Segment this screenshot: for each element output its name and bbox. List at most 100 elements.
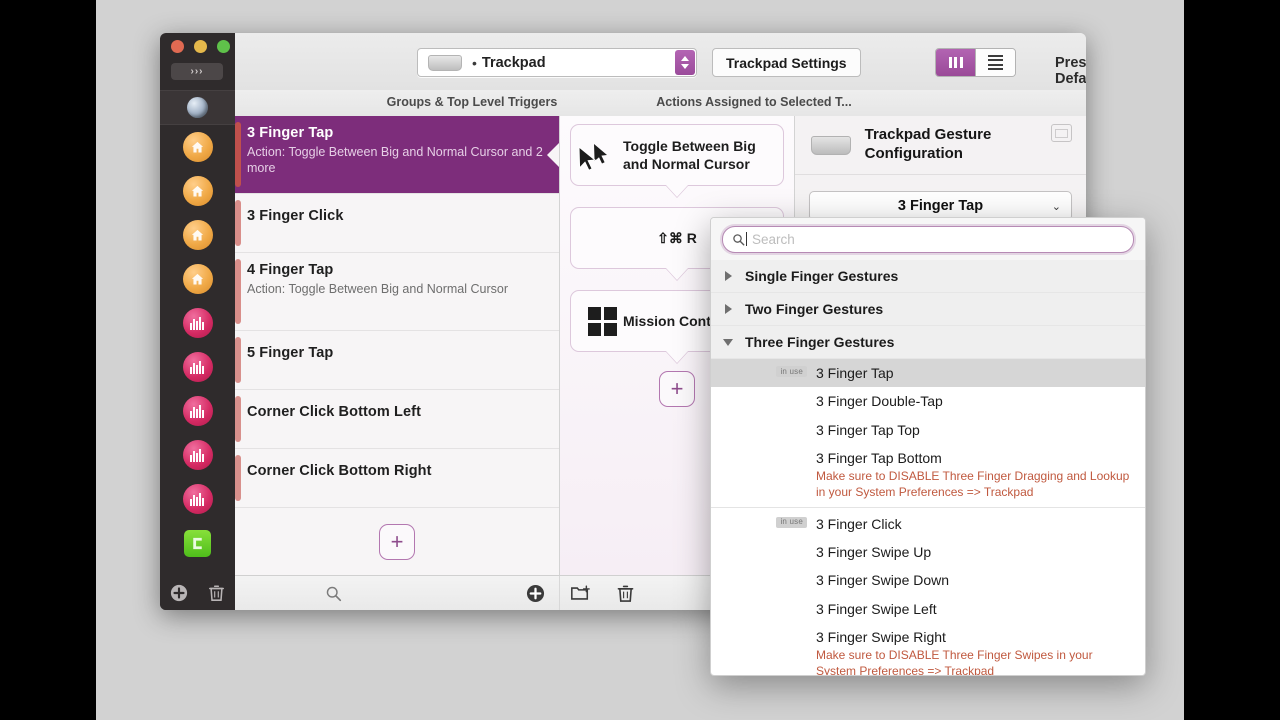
trigger-title: Corner Click Bottom Right (247, 463, 432, 479)
trigger-row[interactable]: 5 Finger Tap (235, 331, 559, 390)
action-label: Toggle Between Big and Normal Cursor (623, 137, 756, 172)
trigger-row[interactable]: 3 Finger Tap Action: Toggle Between Big … (235, 116, 559, 194)
badge-column (711, 391, 816, 394)
gesture-group-row[interactable]: Single Finger Gestures (711, 260, 1145, 293)
zoom-button[interactable] (217, 40, 230, 53)
add-action-button[interactable]: + (659, 371, 695, 407)
trigger-color-bar (235, 200, 241, 246)
delete-button[interactable] (615, 583, 635, 603)
terminal-icon (184, 529, 211, 557)
gesture-item[interactable]: 3 Finger Swipe Down (711, 566, 1145, 594)
gesture-item[interactable]: 3 Finger Swipe Right Make sure to DISABL… (711, 623, 1145, 675)
badge-column: in use (711, 514, 816, 528)
preset-label: Preset: Default (1055, 55, 1086, 87)
rail-expand-button[interactable]: ››› (171, 63, 223, 80)
disclosure-triangle-icon[interactable] (711, 304, 745, 314)
rail-app-item[interactable] (160, 169, 235, 213)
bottom-triggers-segment (235, 576, 560, 610)
minimize-button[interactable] (194, 40, 207, 53)
gesture-group-label: Three Finger Gestures (745, 334, 895, 350)
preset-menu[interactable]: Preset: Default▾ (1055, 55, 1086, 87)
window-icon[interactable] (1051, 124, 1072, 142)
gesture-picker-popover[interactable]: Search Single Finger Gestures Two Finger… (710, 217, 1146, 676)
equalizer-icon (182, 308, 213, 338)
triggers-list[interactable]: 3 Finger Tap Action: Toggle Between Big … (235, 116, 560, 576)
disclosure-triangle-icon[interactable] (711, 338, 745, 346)
gesture-item-label: 3 Finger Tap (816, 365, 894, 381)
rail-app-item[interactable] (160, 213, 235, 257)
trigger-row[interactable]: 4 Finger Tap Action: Toggle Between Big … (235, 253, 559, 331)
trigger-color-bar (235, 122, 241, 187)
add-trigger-row[interactable]: + (235, 508, 559, 572)
gesture-item[interactable]: in use 3 Finger Tap (711, 359, 1145, 388)
home-icon (182, 264, 213, 294)
close-button[interactable] (171, 40, 184, 53)
equalizer-icon (182, 440, 213, 470)
gesture-item[interactable]: 3 Finger Double-Tap (711, 387, 1145, 415)
search-button[interactable] (323, 583, 343, 603)
rail-app-item[interactable] (160, 345, 235, 389)
in-use-badge: in use (776, 516, 807, 528)
equalizer-icon (182, 352, 213, 382)
rail-add-button[interactable] (168, 582, 190, 604)
popover-search-bar: Search (711, 218, 1145, 260)
gesture-group-row[interactable]: Two Finger Gestures (711, 293, 1145, 326)
trigger-color-bar (235, 455, 241, 501)
new-folder-button[interactable] (570, 583, 590, 603)
gesture-item-label: 3 Finger Swipe Right (816, 629, 946, 646)
actions-column-header: Actions Assigned to Selected T... (656, 95, 852, 109)
rail-app-item[interactable] (160, 301, 235, 345)
rail-app-item[interactable] (160, 389, 235, 433)
app-rail: ››› (160, 33, 235, 610)
trigger-row[interactable]: Corner Click Bottom Right (235, 449, 559, 508)
gesture-item[interactable]: 3 Finger Tap Bottom Make sure to DISABLE… (711, 444, 1145, 505)
trigger-color-bar (235, 337, 241, 383)
gesture-item[interactable]: 3 Finger Swipe Left (711, 595, 1145, 623)
columns-view-icon (948, 57, 963, 68)
add-button[interactable] (525, 583, 545, 603)
app-selector-stepper[interactable] (675, 50, 695, 75)
trigger-row[interactable]: Corner Click Bottom Left (235, 390, 559, 449)
trigger-title: 5 Finger Tap (247, 345, 334, 361)
rail-app-item[interactable] (160, 125, 235, 169)
rail-app-item[interactable] (160, 521, 235, 565)
rail-bottom-bar (160, 576, 235, 610)
equalizer-icon (182, 484, 213, 514)
gesture-item[interactable]: in use 3 Finger Click (711, 510, 1145, 538)
rail-delete-button[interactable] (205, 582, 227, 604)
rail-item-global[interactable] (160, 90, 235, 125)
mission-control-icon (581, 306, 623, 336)
gesture-group-label: Two Finger Gestures (745, 301, 884, 317)
traffic-lights[interactable] (171, 40, 230, 53)
badge-column (711, 420, 816, 423)
rail-app-item[interactable] (160, 257, 235, 301)
column-headers: Groups & Top Level Triggers Actions Assi… (235, 90, 1086, 117)
badge-column (711, 627, 816, 630)
chevron-down-icon (681, 64, 689, 69)
gesture-item-label: 3 Finger Double-Tap (816, 393, 943, 410)
action-label: Mission Contr (623, 312, 717, 329)
list-view-button[interactable] (975, 49, 1015, 76)
gesture-group-row[interactable]: Three Finger Gestures (711, 326, 1145, 359)
mouse-cursor (576, 145, 600, 179)
badge-column: in use (711, 363, 816, 377)
rail-app-item[interactable] (160, 477, 235, 521)
trigger-row[interactable]: 3 Finger Click (235, 194, 559, 253)
app-selector[interactable]: • Trackpad (417, 48, 697, 77)
trackpad-settings-button[interactable]: Trackpad Settings (712, 48, 861, 77)
gesture-item[interactable]: 3 Finger Tap Top (711, 416, 1145, 444)
search-input[interactable]: Search (722, 225, 1134, 253)
disclosure-triangle-icon[interactable] (711, 271, 745, 281)
search-placeholder: Search (752, 231, 795, 247)
action-card[interactable]: Toggle Between Big and Normal Cursor (570, 124, 784, 186)
columns-view-button[interactable] (936, 49, 975, 76)
trigger-color-bar (235, 259, 241, 324)
search-icon (733, 233, 745, 245)
badge-column (711, 570, 816, 573)
gesture-item-label: 3 Finger Tap Bottom (816, 449, 942, 466)
view-mode-segmented-control[interactable] (935, 48, 1016, 77)
selection-notch (547, 141, 559, 168)
rail-app-item[interactable] (160, 433, 235, 477)
gesture-item[interactable]: 3 Finger Swipe Up (711, 538, 1145, 566)
add-trigger-button[interactable]: + (379, 524, 415, 560)
